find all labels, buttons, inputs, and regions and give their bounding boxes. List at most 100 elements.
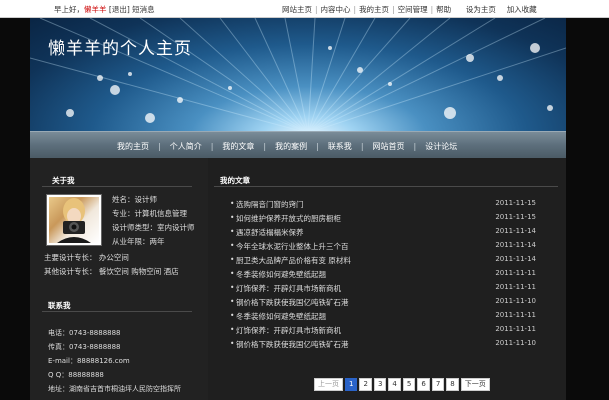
page-5-button[interactable]: 5	[402, 378, 416, 391]
content-center-link[interactable]: 内容中心	[321, 5, 351, 14]
page-1-button[interactable]: 1	[345, 378, 358, 391]
logout-link[interactable]: [退出]	[109, 5, 130, 14]
bullet-icon: •	[230, 283, 235, 292]
articles-title: 我的文章	[220, 176, 250, 185]
article-title[interactable]: 选购隔音门窗的窍门	[236, 199, 304, 210]
list-item[interactable]: • 冬季装修如何避免壁纸起翘 2011-11-11	[230, 311, 554, 324]
article-date: 2011-11-11	[495, 325, 536, 333]
nav-articles[interactable]: 我的文章	[213, 141, 263, 152]
articles-panel: 我的文章 • 选购隔音门窗的窍门 2011-11-15 • 如何维护保养开放式的厨房橱…	[208, 158, 566, 400]
list-item[interactable]: • 钢价格下跌获使我国亿吨铁矿石港 2011-11-10	[230, 297, 554, 310]
article-title[interactable]: 如何维护保养开放式的厨房橱柜	[236, 213, 341, 224]
space-admin-link[interactable]: 空间管理	[398, 5, 428, 14]
article-date: 2011-11-11	[495, 311, 536, 319]
username-link[interactable]: 懒羊羊	[84, 5, 107, 14]
list-item[interactable]: • 灯饰保养：开辟灯具市场新商机 2011-11-11	[230, 325, 554, 338]
profile-major: 专业：计算机信息管理	[112, 209, 187, 218]
divider	[214, 186, 558, 187]
bullet-icon: •	[230, 297, 235, 306]
site-title: 懒羊羊的个人主页	[48, 39, 192, 59]
site-home-link[interactable]: 网站主页	[282, 5, 312, 14]
greeting-text: 早上好，	[54, 5, 84, 14]
set-homepage-link[interactable]: 设为主页	[466, 5, 496, 14]
page-2-button[interactable]: 2	[359, 378, 372, 391]
article-title[interactable]: 冬季装修如何避免壁纸起翘	[236, 269, 326, 280]
divider: |	[430, 5, 434, 14]
article-title[interactable]: 钢价格下跌获使我国亿吨铁矿石港	[236, 339, 349, 350]
help-link[interactable]: 帮助	[436, 5, 451, 14]
content-area: 关于我 姓名：设计师 专业：计算机信息管理 设计师类型：室内设计师 从业年限：两…	[30, 158, 566, 400]
bullet-icon: •	[230, 311, 235, 320]
article-title[interactable]: 厨卫类大品牌产品价格有变 原材料	[236, 255, 351, 266]
page-4-button[interactable]: 4	[388, 378, 401, 391]
list-item[interactable]: • 钢价格下跌获使我国亿吨铁矿石港 2011-11-10	[230, 339, 554, 352]
article-date: 2011-11-10	[495, 339, 536, 347]
article-date: 2011-11-11	[495, 269, 536, 277]
divider: |	[392, 5, 395, 14]
my-home-link[interactable]: 我的主页	[359, 5, 389, 14]
avatar	[46, 194, 102, 246]
article-date: 2011-11-15	[495, 199, 536, 207]
top-bar: 早上好，懒羊羊 [退出] 短消息 网站主页 | 内容中心 | 我的主页 | 空间管理 | 帮助 …	[0, 0, 609, 18]
add-favorite-link[interactable]: 加入收藏	[507, 5, 537, 14]
camera-person-icon	[57, 198, 91, 243]
article-date: 2011-11-11	[495, 283, 536, 291]
list-item[interactable]: • 厨卫类大品牌产品价格有变 原材料 2011-11-14	[230, 255, 554, 268]
page-8-button[interactable]: 8	[446, 378, 459, 391]
article-title[interactable]: 今年全球水泥行业整体上升三个百	[236, 241, 349, 252]
profile-years: 从业年限：两年	[112, 237, 165, 246]
main-nav: 我的主页 | 个人简介 | 我的文章 | 我的案例 | 联系我 | 网站首页 | 设计论坛	[30, 131, 566, 158]
pagination: 上一页 1 2 3 4 5 6 7 8 下一页	[314, 378, 492, 391]
prev-page-button[interactable]: 上一页	[314, 378, 343, 391]
article-title[interactable]: 灯饰保养：开辟灯具市场新商机	[236, 283, 341, 294]
about-title: 关于我	[52, 176, 75, 185]
bullet-icon: •	[230, 227, 235, 236]
article-date: 2011-11-14	[495, 255, 536, 263]
bullet-icon: •	[230, 199, 235, 208]
article-title[interactable]: 钢价格下跌获使我国亿吨铁矿石港	[236, 297, 349, 308]
page-7-button[interactable]: 7	[431, 378, 445, 391]
article-title[interactable]: 灯饰保养：开辟灯具市场新商机	[236, 325, 341, 336]
main-specialty: 主要设计专长： 办公空间	[44, 253, 129, 262]
page-3-button[interactable]: 3	[373, 378, 387, 391]
next-page-button[interactable]: 下一页	[460, 378, 490, 391]
divider: |	[353, 5, 357, 14]
bullet-icon: •	[230, 325, 235, 334]
list-item[interactable]: • 冬季装修如何避免壁纸起翘 2011-11-11	[230, 269, 554, 282]
article-date: 2011-11-14	[495, 241, 536, 249]
list-item[interactable]: • 如何维护保养开放式的厨房橱柜 2011-11-15	[230, 213, 554, 226]
top-links: 网站主页 | 内容中心 | 我的主页 | 空间管理 | 帮助 设为主页 加入收藏	[282, 4, 537, 15]
article-title[interactable]: 遇凉舒适榻榻米保养	[236, 227, 304, 238]
nav-forum[interactable]: 设计论坛	[416, 141, 466, 152]
list-item[interactable]: • 选购隔音门窗的窍门 2011-11-15	[230, 199, 554, 212]
bullet-icon: •	[230, 241, 235, 250]
other-specialty: 其他设计专长： 餐饮空间 购物空间 酒店	[44, 267, 179, 276]
list-item[interactable]: • 今年全球水泥行业整体上升三个百 2011-11-14	[230, 241, 554, 254]
list-item[interactable]: • 遇凉舒适榻榻米保养 2011-11-14	[230, 227, 554, 240]
contact-address: 地址：湖南省吉首市桐油坪人民防空指挥所	[48, 385, 181, 393]
page-6-button[interactable]: 6	[417, 378, 430, 391]
article-date: 2011-11-14	[495, 227, 536, 235]
divider	[42, 311, 192, 312]
nav-contact[interactable]: 联系我	[319, 141, 361, 152]
bullet-icon: •	[230, 213, 235, 222]
nav-my-home[interactable]: 我的主页	[108, 141, 158, 152]
nav-profile[interactable]: 个人简介	[161, 141, 211, 152]
profile-photo	[49, 197, 99, 243]
article-date: 2011-11-10	[495, 297, 536, 305]
article-title[interactable]: 冬季装修如何避免壁纸起翘	[236, 311, 326, 322]
divider	[42, 186, 192, 187]
profile-name: 姓名：设计师	[112, 195, 157, 204]
contact-fax: 传真：0743-8888888	[48, 343, 121, 351]
contact-qq: Q Q：88888888	[48, 371, 104, 379]
profile-designer-type: 设计师类型：室内设计师	[112, 223, 195, 232]
user-greeting: 早上好，懒羊羊 [退出] 短消息	[54, 4, 155, 15]
bullet-icon: •	[230, 269, 235, 278]
divider: |	[315, 5, 318, 14]
sidebar: 关于我 姓名：设计师 专业：计算机信息管理 设计师类型：室内设计师 从业年限：两…	[30, 158, 200, 400]
messages-link[interactable]: 短消息	[132, 5, 155, 14]
list-item[interactable]: • 灯饰保养：开辟灯具市场新商机 2011-11-11	[230, 283, 554, 296]
nav-site-home[interactable]: 网站首页	[364, 141, 414, 152]
header-banner: 懒羊羊的个人主页	[30, 18, 566, 131]
nav-cases[interactable]: 我的案例	[266, 141, 316, 152]
